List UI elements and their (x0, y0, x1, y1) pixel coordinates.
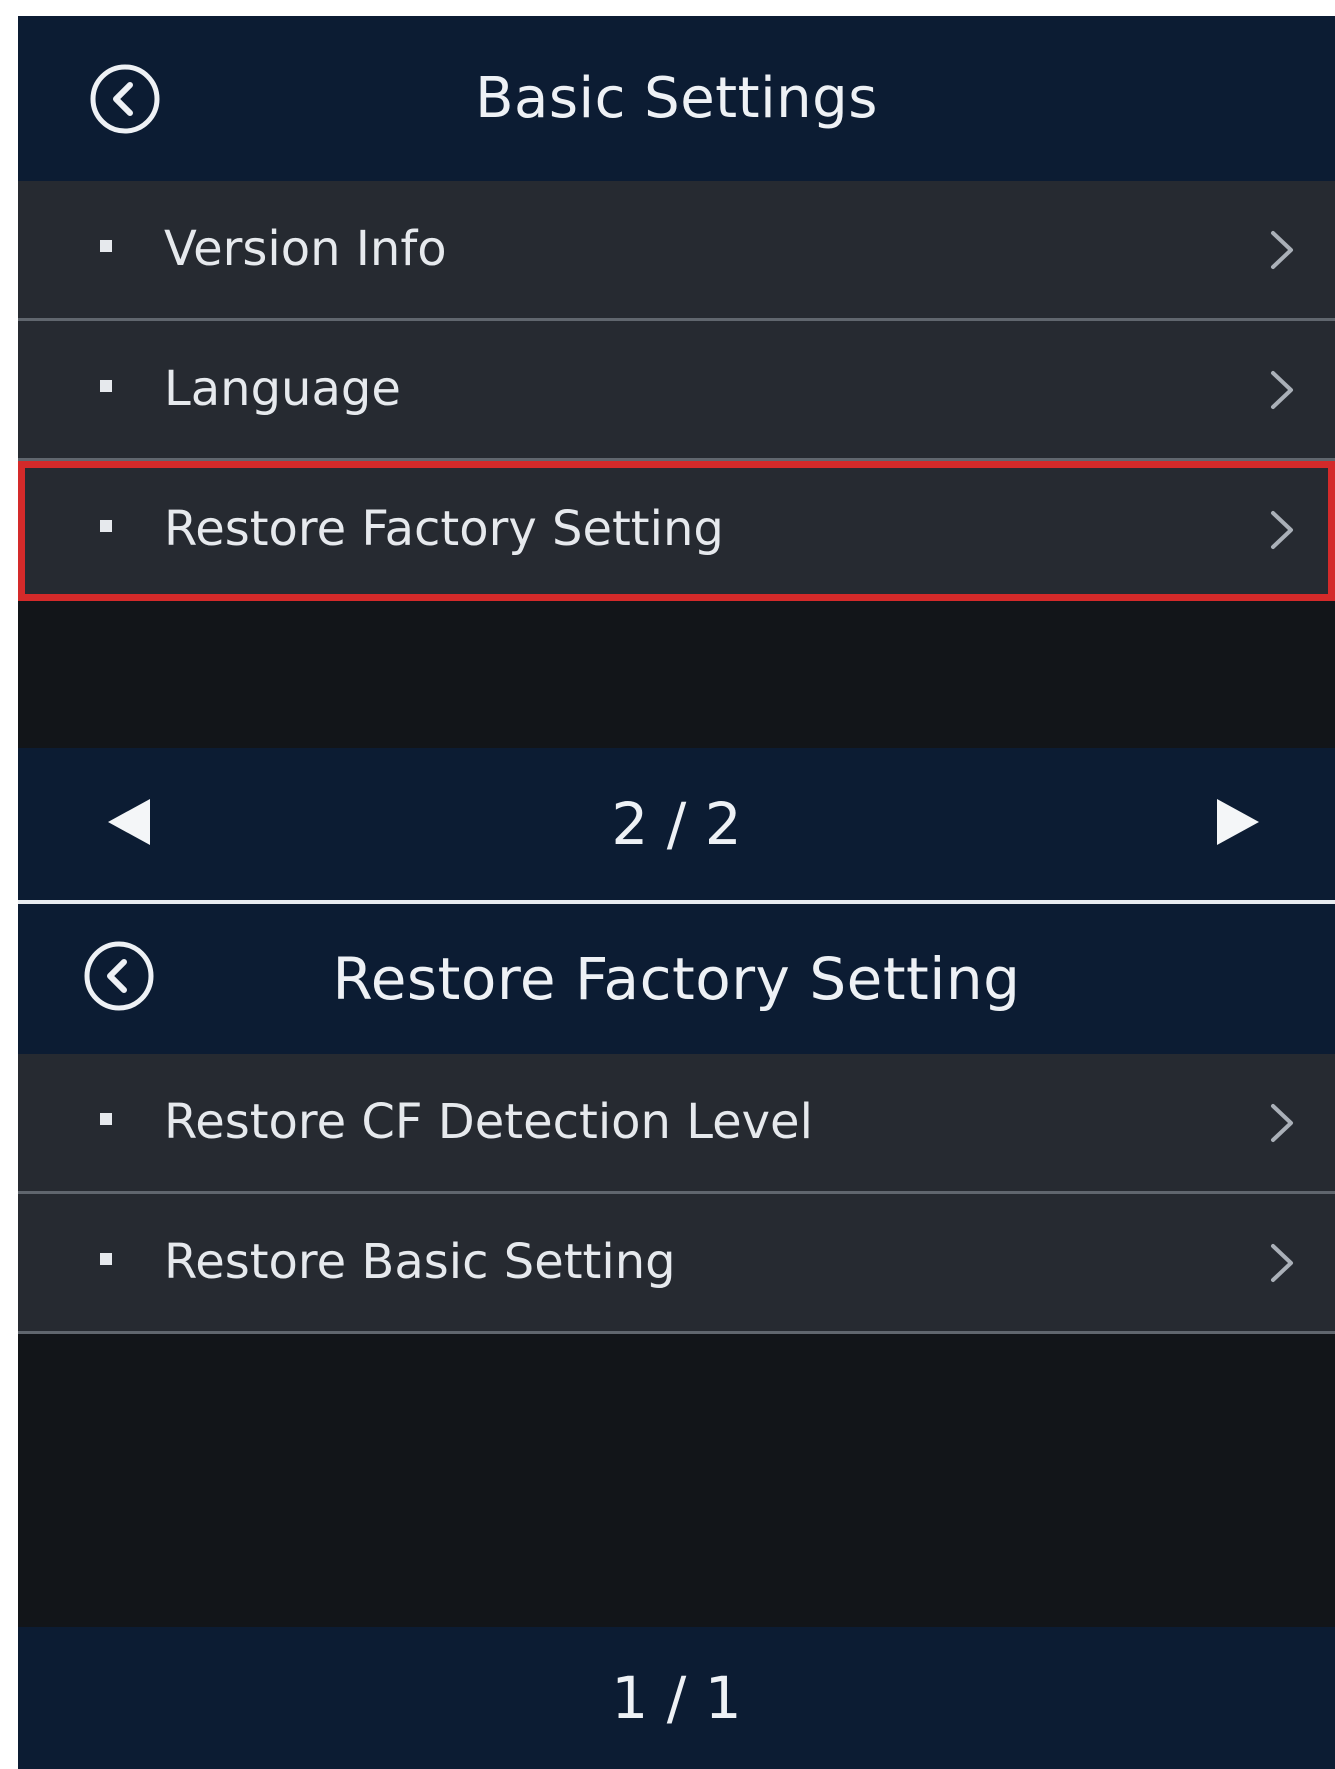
chevron-right-icon (1261, 1238, 1301, 1288)
list-item-restore-basic-setting[interactable]: Restore Basic Setting (18, 1194, 1335, 1334)
page-title: Basic Settings (475, 66, 878, 131)
device-frame: Basic Settings Version Info Language Res… (18, 16, 1335, 1769)
list-item-restore-factory-setting[interactable]: Restore Factory Setting (18, 461, 1335, 601)
page-title: Restore Factory Setting (332, 945, 1021, 1013)
list-item-language[interactable]: Language (18, 321, 1335, 461)
list-item-label: Language (164, 361, 401, 417)
bullet-icon (100, 520, 112, 532)
bullet-icon (100, 240, 112, 252)
list-item-label: Restore Factory Setting (164, 501, 724, 557)
settings-list: Version Info Language Restore Factory Se… (18, 181, 1335, 601)
pagination-bar: 2 / 2 (18, 748, 1335, 900)
back-button[interactable] (82, 939, 156, 1013)
bullet-icon (100, 1113, 112, 1125)
circle-chevron-left-icon (84, 941, 154, 1011)
chevron-right-icon (1261, 225, 1301, 275)
triangle-right-icon (1217, 799, 1259, 845)
header: Basic Settings (18, 16, 1335, 181)
circle-chevron-left-icon (90, 64, 160, 134)
chevron-right-icon (1261, 505, 1301, 555)
restore-factory-setting-screen: Restore Factory Setting Restore CF Detec… (18, 904, 1335, 1769)
list-item-label: Version Info (164, 221, 447, 277)
list-item-version-info[interactable]: Version Info (18, 181, 1335, 321)
triangle-left-icon (108, 799, 150, 845)
pagination-bar: 1 / 1 (18, 1627, 1335, 1769)
page-indicator: 2 / 2 (611, 790, 742, 858)
chevron-right-icon (1261, 365, 1301, 415)
list-item-restore-cf-detection-level[interactable]: Restore CF Detection Level (18, 1054, 1335, 1194)
page-indicator: 1 / 1 (611, 1664, 742, 1732)
header: Restore Factory Setting (18, 904, 1335, 1054)
chevron-right-icon (1261, 1098, 1301, 1148)
prev-page-button[interactable] (104, 795, 154, 849)
basic-settings-screen: Basic Settings Version Info Language Res… (18, 16, 1335, 900)
bullet-icon (100, 380, 112, 392)
list-item-label: Restore CF Detection Level (164, 1094, 813, 1150)
settings-list: Restore CF Detection Level Restore Basic… (18, 1054, 1335, 1334)
next-page-button[interactable] (1213, 795, 1263, 849)
list-item-label: Restore Basic Setting (164, 1234, 676, 1290)
bullet-icon (100, 1253, 112, 1265)
back-button[interactable] (88, 62, 162, 136)
